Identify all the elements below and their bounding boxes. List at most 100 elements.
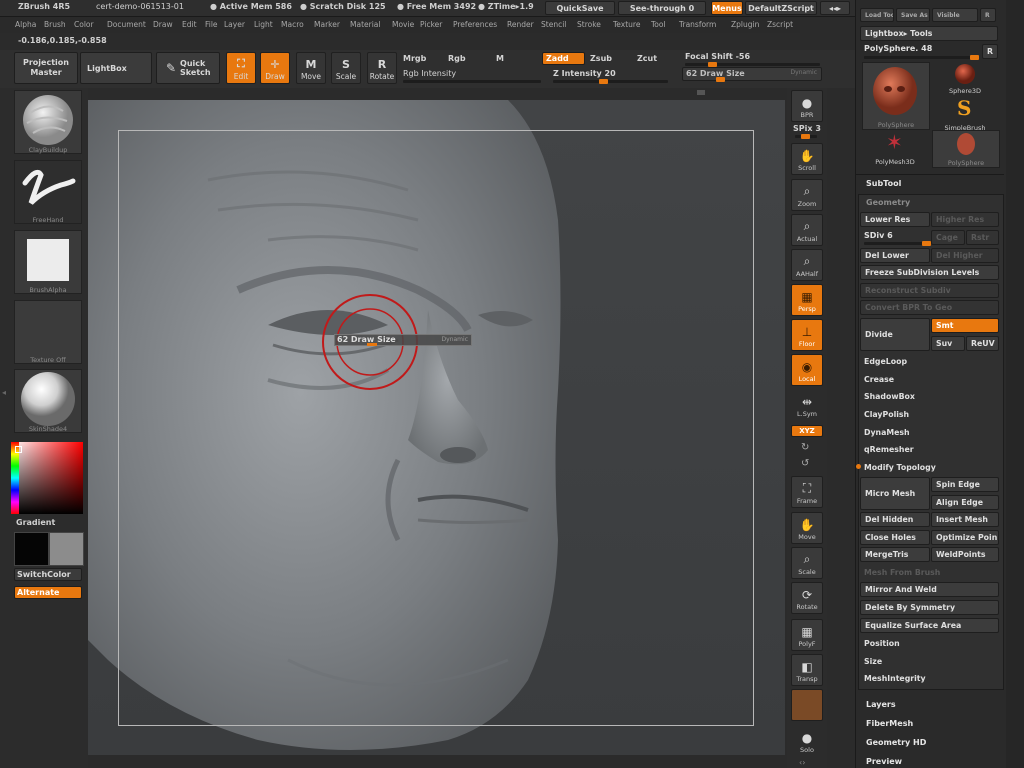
z-axis-icon[interactable]: ↺: [801, 458, 809, 469]
main-color-swatch[interactable]: [14, 532, 49, 566]
freeze-subdivision-button[interactable]: Freeze SubDivision Levels: [860, 265, 999, 280]
aahalf-button[interactable]: ⌕ AAHalf: [791, 249, 823, 281]
ghost-button[interactable]: [791, 689, 823, 721]
menu-material[interactable]: Material: [350, 20, 380, 29]
alpha-picker[interactable]: BrushAlpha: [14, 230, 82, 294]
lsym-button[interactable]: ⇹ L.Sym: [791, 394, 823, 420]
default-zscript-button[interactable]: DefaultZScript: [745, 1, 817, 15]
see-through-slider[interactable]: See-through 0: [618, 1, 706, 15]
draw-size-knob[interactable]: [716, 77, 725, 82]
tool-slider[interactable]: [864, 55, 979, 60]
dynamesh-header[interactable]: DynaMesh: [860, 425, 999, 440]
rotate-view-button[interactable]: ⟳ Rotate: [791, 582, 823, 614]
menu-zplugin[interactable]: Zplugin: [731, 20, 759, 29]
scale-button[interactable]: S Scale: [331, 52, 361, 84]
y-axis-icon[interactable]: ↻: [801, 442, 809, 453]
mrgb-button[interactable]: Mrgb: [403, 54, 426, 63]
local-button[interactable]: ◉ Local: [791, 354, 823, 386]
move-view-button[interactable]: ✋ Move: [791, 512, 823, 544]
load-tool-button[interactable]: Load Tool: [860, 8, 894, 22]
bpr-button[interactable]: ● BPR: [791, 90, 823, 122]
rgb-button[interactable]: Rgb: [448, 54, 466, 63]
z-intensity-knob[interactable]: [599, 79, 608, 84]
scroll-button[interactable]: ✋ Scroll: [791, 143, 823, 175]
spin-edge-button[interactable]: Spin Edge: [931, 477, 999, 492]
spix-slider[interactable]: [795, 134, 817, 139]
frame-button[interactable]: ⛶ Frame: [791, 476, 823, 508]
document-canvas[interactable]: 62 Draw Size Dynamic ▴▴▴: [88, 100, 785, 755]
rstr-button[interactable]: Rstr: [966, 230, 999, 245]
edit-button[interactable]: ⛶ Edit: [226, 52, 256, 84]
polyf-button[interactable]: ▦ PolyF: [791, 619, 823, 651]
sdiv-knob[interactable]: [922, 241, 931, 246]
optimize-points-button[interactable]: Optimize Poin: [931, 530, 999, 545]
menu-draw[interactable]: Draw: [153, 20, 173, 29]
position-header[interactable]: Position: [860, 636, 999, 651]
panel-scrollbar[interactable]: [1006, 0, 1024, 768]
switchcolor-button[interactable]: SwitchColor: [14, 568, 82, 581]
menu-layer[interactable]: Layer: [224, 20, 245, 29]
smt-toggle[interactable]: Smt: [931, 318, 999, 333]
layers-header[interactable]: Layers: [866, 700, 896, 709]
draw-button[interactable]: ✛ Draw: [260, 52, 290, 84]
menu-color[interactable]: Color: [74, 20, 94, 29]
alternate-button[interactable]: Alternate: [14, 586, 82, 599]
menu-edit[interactable]: Edit: [182, 20, 197, 29]
menu-zscript[interactable]: Zscript: [767, 20, 793, 29]
visible-button[interactable]: Visible: [932, 8, 978, 22]
reconstruct-subdiv-button[interactable]: Reconstruct Subdiv: [860, 283, 999, 298]
menu-movie[interactable]: Movie: [392, 20, 414, 29]
weldpoints-button[interactable]: WeldPoints: [931, 547, 999, 562]
micro-mesh-button[interactable]: Micro Mesh: [860, 477, 930, 510]
menu-document[interactable]: Document: [107, 20, 146, 29]
popup-draw-size-knob[interactable]: [367, 343, 377, 346]
reuv-button[interactable]: ReUV: [966, 336, 999, 351]
menu-alpha[interactable]: Alpha: [15, 20, 36, 29]
menu-tool[interactable]: Tool: [651, 20, 666, 29]
tool-slider-knob[interactable]: [970, 55, 979, 60]
sdiv-slider[interactable]: [864, 241, 931, 246]
material-picker[interactable]: SkinShade4: [14, 369, 82, 433]
stroke-picker[interactable]: FreeHand: [14, 160, 82, 224]
z-intensity-slider[interactable]: [553, 79, 668, 84]
rgb-intensity-slider[interactable]: [403, 80, 541, 83]
equalize-surface-area-button[interactable]: Equalize Surface Area: [860, 618, 999, 633]
layout-arrows[interactable]: ◂◂▸: [820, 1, 850, 15]
geometry-header[interactable]: Geometry: [866, 198, 910, 207]
mirror-and-weld-button[interactable]: Mirror And Weld: [860, 582, 999, 597]
move-button[interactable]: M Move: [296, 52, 326, 84]
menu-file[interactable]: File: [205, 20, 218, 29]
top-r-button[interactable]: R: [980, 8, 996, 22]
menu-preferences[interactable]: Preferences: [453, 20, 497, 29]
secondary-color-swatch[interactable]: [49, 532, 84, 566]
texture-picker[interactable]: Texture Off: [14, 300, 82, 364]
polysphere-thumb[interactable]: PolySphere: [862, 62, 930, 130]
menu-marker[interactable]: Marker: [314, 20, 340, 29]
menu-macro[interactable]: Macro: [281, 20, 304, 29]
menu-picker[interactable]: Picker: [420, 20, 442, 29]
subtool-header[interactable]: SubTool: [866, 179, 901, 188]
xyz-button[interactable]: XYZ: [791, 425, 823, 437]
dynamic-toggle[interactable]: Dynamic: [791, 69, 817, 76]
convert-bpr-button[interactable]: Convert BPR To Geo: [860, 300, 999, 315]
menu-stroke[interactable]: Stroke: [577, 20, 601, 29]
menu-render[interactable]: Render: [507, 20, 534, 29]
brush-picker[interactable]: ClayBuildup: [14, 90, 82, 154]
sphere3d-thumb[interactable]: Sphere3D: [932, 62, 998, 95]
qremesher-header[interactable]: qRemesher: [860, 442, 999, 457]
menus-button[interactable]: Menus: [711, 1, 743, 15]
hue-marker[interactable]: [15, 446, 22, 453]
cage-button[interactable]: Cage: [931, 230, 965, 245]
spix-knob[interactable]: [801, 134, 810, 139]
lightbox-button[interactable]: LightBox: [80, 52, 152, 84]
zcut-button[interactable]: Zcut: [637, 54, 657, 63]
m-button[interactable]: M: [496, 54, 504, 63]
mesh-from-brush-button[interactable]: Mesh From Brush: [860, 565, 999, 580]
menu-transform[interactable]: Transform: [679, 20, 716, 29]
modify-topology-header[interactable]: Modify Topology: [860, 460, 999, 475]
tool-r-button[interactable]: R: [982, 44, 998, 59]
floor-button[interactable]: ⊥ Floor: [791, 319, 823, 351]
zsub-button[interactable]: Zsub: [590, 54, 612, 63]
zadd-button[interactable]: Zadd: [542, 52, 585, 65]
transp-button[interactable]: ◧ Transp: [791, 654, 823, 686]
